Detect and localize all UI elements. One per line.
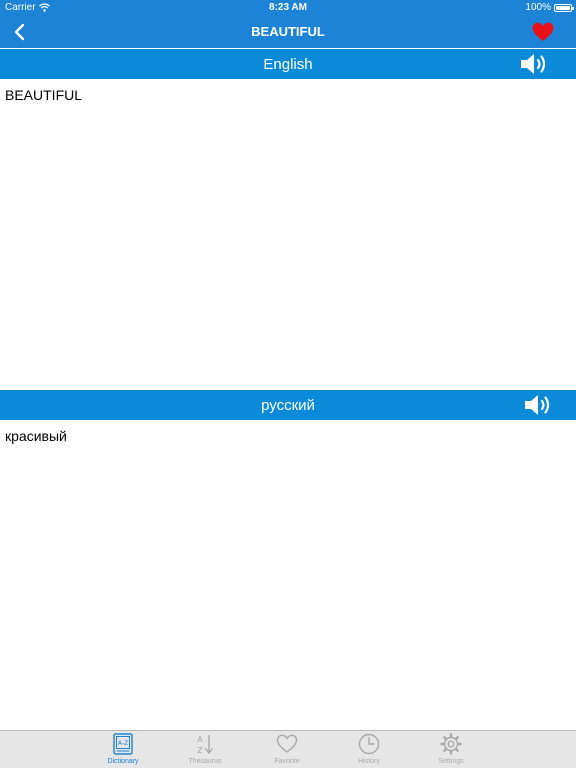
tab-label: Dictionary (107, 758, 139, 765)
svg-text:Z: Z (197, 746, 203, 755)
heart-outline-icon (276, 734, 298, 753)
tab-label: Thesaurus (188, 758, 222, 765)
battery-level-fill (556, 5, 570, 10)
tab-settings[interactable]: Settings (416, 731, 486, 768)
status-bar: Carrier 8:23 AM 100% (0, 0, 576, 16)
page-title: BEAUTIFUL (251, 24, 325, 39)
battery-percent: 100% (525, 2, 551, 13)
favorite-heart-icon[interactable] (532, 22, 554, 42)
tab-bar: A-Z Dictionary A Z Thesaurus Favorite Hi… (0, 730, 576, 768)
svg-text:A-Z: A-Z (118, 740, 128, 747)
source-language-bar: English (0, 49, 576, 79)
target-language-label: русский (261, 397, 315, 414)
battery-icon (554, 3, 574, 12)
status-time: 8:23 AM (269, 2, 307, 13)
target-language-bar: русский (0, 390, 576, 420)
tab-label: History (358, 758, 380, 765)
svg-text:A: A (197, 735, 203, 744)
navigation-bar: BEAUTIFUL (0, 16, 576, 48)
source-text: BEAUTIFUL (5, 87, 83, 103)
gear-icon (440, 733, 462, 755)
speaker-icon[interactable] (524, 393, 554, 417)
tab-history[interactable]: History (334, 731, 404, 768)
tab-thesaurus[interactable]: A Z Thesaurus (170, 731, 240, 768)
source-language-label: English (263, 56, 313, 73)
speaker-icon[interactable] (520, 52, 550, 76)
translation-text: красивый (5, 428, 67, 444)
tab-label: Settings (438, 758, 464, 765)
clock-icon (358, 733, 380, 755)
dictionary-icon: A-Z (113, 733, 133, 755)
back-chevron-icon[interactable] (10, 22, 30, 42)
battery-indicator: 100% (525, 2, 574, 13)
tab-dictionary[interactable]: A-Z Dictionary (88, 731, 158, 768)
az-sort-icon: A Z (197, 735, 214, 755)
tab-favorite[interactable]: Favorite (252, 731, 322, 768)
tab-label: Favorite (274, 758, 300, 765)
